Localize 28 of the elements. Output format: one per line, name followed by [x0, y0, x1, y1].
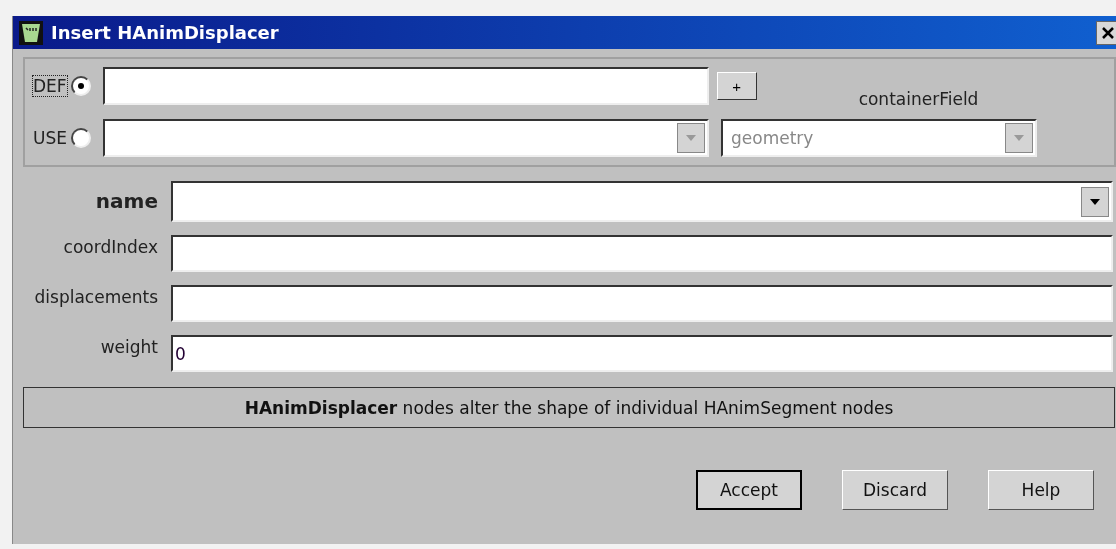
text-field[interactable]: 0: [171, 335, 1113, 372]
dialog-button[interactable]: Discard: [842, 470, 948, 510]
text-field[interactable]: [171, 235, 1113, 272]
field-label: displacements: [33, 286, 158, 307]
field-label: name: [94, 188, 158, 213]
option-label: USE: [33, 128, 68, 148]
dialog-button[interactable]: Help: [988, 470, 1094, 510]
dropdown-arrow-icon: [1090, 198, 1100, 205]
app-icon: [19, 20, 43, 45]
close-button[interactable]: [1096, 20, 1116, 45]
close-icon: [1101, 25, 1115, 40]
field-label: weight: [99, 336, 158, 357]
def-field[interactable]: [102, 67, 709, 105]
name-dropdown[interactable]: [171, 181, 1113, 222]
radio-button[interactable]: [71, 128, 91, 148]
dropdown-arrow-icon: [686, 135, 696, 141]
description-text: HAnimDisplacer nodes alter the shape of individual HAnimSegment nodes: [244, 397, 894, 418]
container-field-dropdown[interactable]: geometry: [721, 119, 1037, 157]
dialog-button[interactable]: Accept: [696, 470, 802, 510]
option-label: DEF: [33, 76, 67, 96]
use-dropdown[interactable]: [103, 119, 709, 157]
window-title: Insert HAnimDisplacer: [51, 22, 280, 43]
add-button[interactable]: +: [716, 72, 757, 100]
text-field[interactable]: [171, 285, 1113, 322]
container-field-label: containerField: [858, 89, 979, 109]
radio-button[interactable]: [70, 76, 91, 96]
field-label: coordIndex: [62, 236, 158, 257]
dropdown-arrow-icon: [1014, 135, 1024, 141]
